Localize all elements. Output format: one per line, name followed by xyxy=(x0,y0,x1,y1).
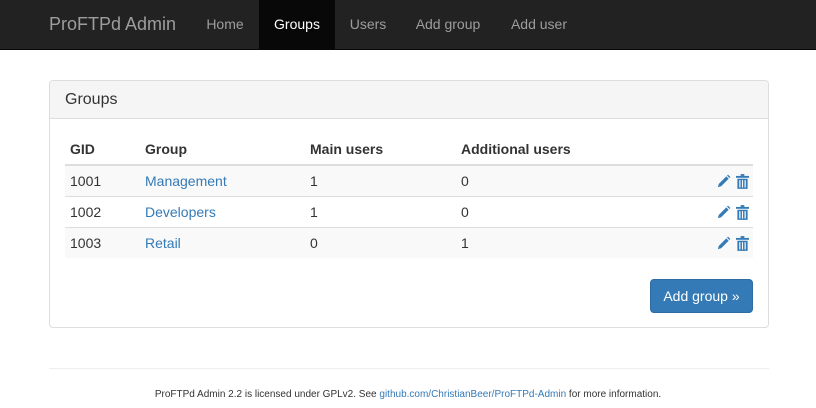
trash-icon[interactable] xyxy=(736,236,749,252)
nav-home[interactable]: Home xyxy=(191,0,259,49)
cell-additional-users: 0 xyxy=(456,195,606,227)
pencil-icon[interactable] xyxy=(716,236,731,251)
trash-icon[interactable] xyxy=(736,174,749,190)
brand-link[interactable]: ProFTPd Admin xyxy=(49,0,176,49)
cell-additional-users: 1 xyxy=(456,226,606,258)
cell-actions xyxy=(606,164,753,196)
footer-divider xyxy=(49,368,769,369)
nav-add-group[interactable]: Add group xyxy=(401,0,495,49)
cell-actions xyxy=(606,195,753,227)
table-row: 1001 Management 1 0 xyxy=(65,164,753,196)
cell-group: Developers xyxy=(140,195,305,227)
panel-title: Groups xyxy=(50,81,768,119)
table-row: 1003 Retail 0 1 xyxy=(65,226,753,258)
table-header-row: GID Group Main users Additional users xyxy=(65,133,753,166)
group-link[interactable]: Developers xyxy=(145,204,216,220)
add-group-button[interactable]: Add group » xyxy=(650,279,753,313)
trash-icon[interactable] xyxy=(736,204,749,220)
footer-text-after: for more information. xyxy=(568,389,662,400)
cell-additional-users: 0 xyxy=(456,164,606,196)
nav-users[interactable]: Users xyxy=(335,0,401,49)
header-additional-users: Additional users xyxy=(456,133,606,166)
nav-add-user[interactable]: Add user xyxy=(495,0,583,49)
cell-main-users: 0 xyxy=(305,226,456,258)
table-row: 1002 Developers 1 0 xyxy=(65,195,753,227)
cell-actions xyxy=(606,226,753,258)
cell-gid: 1001 xyxy=(65,164,140,196)
github-link[interactable]: github.com/ChristianBeer/ProFTPd-Admin xyxy=(379,389,566,400)
cell-group: Retail xyxy=(140,226,305,258)
pencil-icon[interactable] xyxy=(716,174,731,189)
nav-groups[interactable]: Groups xyxy=(259,0,335,49)
cell-main-users: 1 xyxy=(305,195,456,227)
footer-text-before: ProFTPd Admin 2.2 is licensed under GPLv… xyxy=(154,389,377,400)
groups-panel: Groups GID Group Main users Additional u… xyxy=(49,80,769,328)
cell-group: Management xyxy=(140,164,305,196)
cell-gid: 1003 xyxy=(65,226,140,258)
groups-table: GID Group Main users Additional users 10… xyxy=(65,133,753,258)
cell-main-users: 1 xyxy=(305,164,456,196)
footer: ProFTPd Admin 2.2 is licensed under GPLv… xyxy=(0,389,816,400)
header-gid: GID xyxy=(65,133,140,166)
header-actions xyxy=(606,133,753,166)
header-main-users: Main users xyxy=(305,133,456,166)
pencil-icon[interactable] xyxy=(716,205,731,220)
navbar: ProFTPd Admin Home Groups Users Add grou… xyxy=(0,0,816,50)
group-link[interactable]: Management xyxy=(145,173,227,189)
cell-gid: 1002 xyxy=(65,195,140,227)
group-link[interactable]: Retail xyxy=(145,235,181,251)
header-group: Group xyxy=(140,133,305,166)
